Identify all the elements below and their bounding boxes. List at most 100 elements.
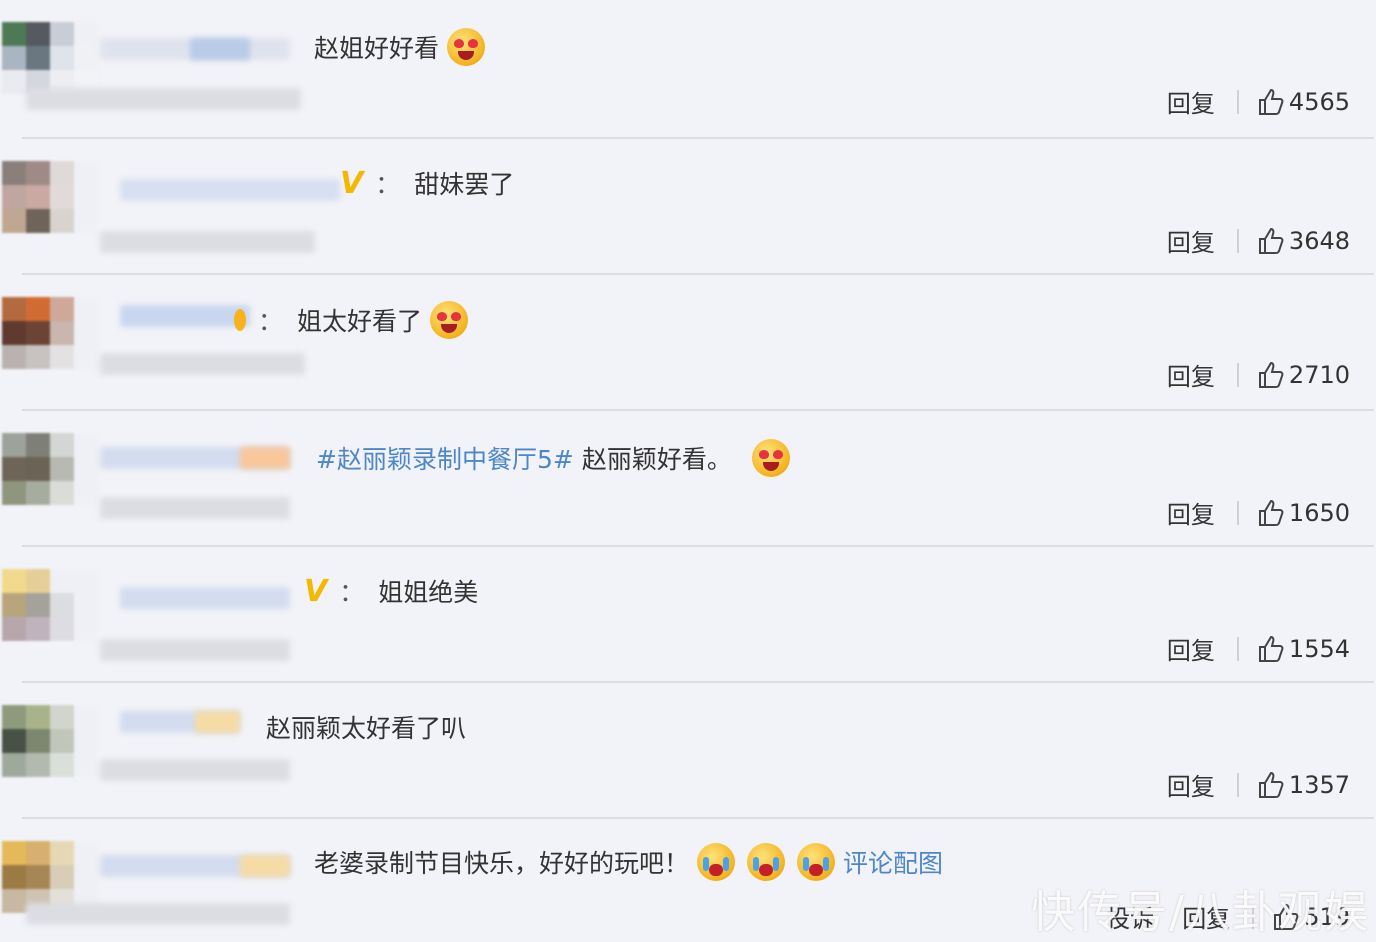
comment-text: 老婆录制节目快乐，好好的玩吧！: [314, 849, 690, 878]
avatar-pixel: [2, 841, 26, 865]
avatar-pixel: [2, 569, 26, 593]
avatar-pixel: [74, 46, 98, 70]
thumbs-up-icon: [1258, 88, 1284, 115]
avatar-pixel: [26, 433, 50, 457]
comment-actions: 回复 4565: [1167, 84, 1350, 119]
like-button[interactable]: 3648: [1257, 226, 1350, 256]
like-count: 1357: [1288, 770, 1350, 799]
comment-text: 赵姐好好看: [314, 34, 440, 63]
comment-image-link[interactable]: 评论配图: [843, 844, 943, 880]
avatar-pixel: [74, 729, 98, 753]
avatar-pixel: [2, 46, 26, 70]
avatar-pixel: [74, 161, 98, 185]
avatar-pixel: [50, 185, 74, 209]
avatar-pixel: [74, 185, 98, 209]
avatar-pixel: [2, 433, 26, 457]
avatar-pixel: [50, 209, 74, 233]
avatar-pixel: [2, 209, 26, 233]
avatar-pixel: [2, 70, 26, 94]
avatar-pixel: [50, 481, 74, 505]
username-blur[interactable]: [120, 305, 250, 327]
avatar-pixel: [2, 889, 26, 913]
avatar-pixel: [2, 481, 26, 505]
divider: [1236, 772, 1239, 797]
avatar-pixel: [50, 161, 74, 185]
avatar-pixel: [2, 161, 26, 185]
comment-actions: 回复 1357: [1167, 767, 1350, 802]
like-count: 1554: [1288, 634, 1350, 663]
avatar-pixel: [74, 22, 98, 46]
like-button[interactable]: 1554: [1257, 634, 1350, 664]
username-blur[interactable]: [120, 587, 290, 609]
avatar-pixel: [26, 161, 50, 185]
avatar-pixel: [26, 617, 50, 641]
avatar-pixel: [2, 185, 26, 209]
like-button[interactable]: 1357: [1257, 770, 1350, 800]
laughing-emoji-icon: [751, 439, 790, 477]
avatar-pixel: [74, 345, 98, 369]
comment-actions: 回复 3648: [1167, 223, 1350, 258]
avatar[interactable]: [2, 22, 98, 94]
avatar-pixel: [50, 865, 74, 889]
avatar-pixel: [26, 22, 50, 46]
comment-body: 赵丽颖太好看了叭: [266, 709, 466, 745]
reply-button[interactable]: 回复: [1167, 767, 1237, 802]
verified-v-icon: V: [340, 165, 364, 201]
comment-text: 姐太好看了: [297, 307, 423, 336]
like-count: 2710: [1288, 360, 1350, 389]
like-button[interactable]: 1650: [1257, 498, 1350, 528]
avatar-pixel: [50, 321, 74, 345]
watermark: 快传号/八卦观娱: [1031, 887, 1370, 938]
avatar-pixel: [2, 705, 26, 729]
reply-button[interactable]: 回复: [1167, 357, 1237, 392]
divider: [1236, 636, 1239, 661]
comment-actions: 回复 1554: [1167, 631, 1350, 666]
comment-item: V ： 甜妹罢了 回复 3648: [0, 139, 1376, 275]
comment-item: V ： 姐姐绝美 回复 1554: [0, 547, 1376, 683]
avatar-pixel: [50, 46, 74, 70]
avatar-pixel: [50, 457, 74, 481]
avatar[interactable]: [2, 297, 98, 369]
avatar[interactable]: [2, 569, 98, 641]
avatar-pixel: [74, 569, 98, 593]
divider: [1236, 228, 1239, 253]
like-button[interactable]: 2710: [1257, 360, 1350, 390]
badge-icon: [234, 309, 246, 331]
avatar[interactable]: [2, 161, 98, 233]
crying-emoji-icon: [797, 843, 836, 881]
avatar-pixel: [26, 185, 50, 209]
reply-button[interactable]: 回复: [1167, 631, 1237, 666]
comment-actions: 回复 2710: [1167, 357, 1350, 392]
avatar[interactable]: [2, 705, 98, 777]
thumbs-up-icon: [1258, 635, 1284, 662]
comment-item: ： 姐太好看了 回复 2710: [0, 275, 1376, 411]
avatar-pixel: [2, 297, 26, 321]
avatar-pixel: [74, 705, 98, 729]
avatar-pixel: [26, 457, 50, 481]
comment-item: 赵姐好好看 回复 4565: [0, 0, 1376, 139]
thumbs-up-icon: [1258, 227, 1284, 254]
comment-body: #赵丽颖录制中餐厅5# 赵丽颖好看。: [316, 439, 790, 477]
avatar-pixel: [26, 593, 50, 617]
avatar-pixel: [2, 865, 26, 889]
reply-button[interactable]: 回复: [1167, 223, 1237, 258]
hashtag-link[interactable]: #赵丽颖录制中餐厅5#: [316, 440, 574, 476]
verified-v-icon: V: [304, 573, 328, 609]
comment-body: V ： 甜妹罢了: [340, 165, 515, 201]
avatar-pixel: [50, 297, 74, 321]
avatar-pixel: [74, 593, 98, 617]
reply-button[interactable]: 回复: [1167, 84, 1237, 119]
avatar-pixel: [2, 321, 26, 345]
username-blur[interactable]: [120, 179, 340, 201]
comment-text: 赵丽颖太好看了叭: [266, 714, 467, 743]
like-button[interactable]: 4565: [1257, 87, 1350, 117]
avatar-pixel: [50, 841, 74, 865]
avatar-pixel: [50, 753, 74, 777]
comment-item: 赵丽颖太好看了叭 回复 1357: [0, 683, 1376, 819]
like-count: 3648: [1288, 226, 1350, 255]
avatar-pixel: [26, 569, 50, 593]
avatar-pixel: [2, 753, 26, 777]
comment-body: V ： 姐姐绝美: [304, 573, 479, 609]
reply-button[interactable]: 回复: [1167, 495, 1237, 530]
avatar[interactable]: [2, 433, 98, 505]
